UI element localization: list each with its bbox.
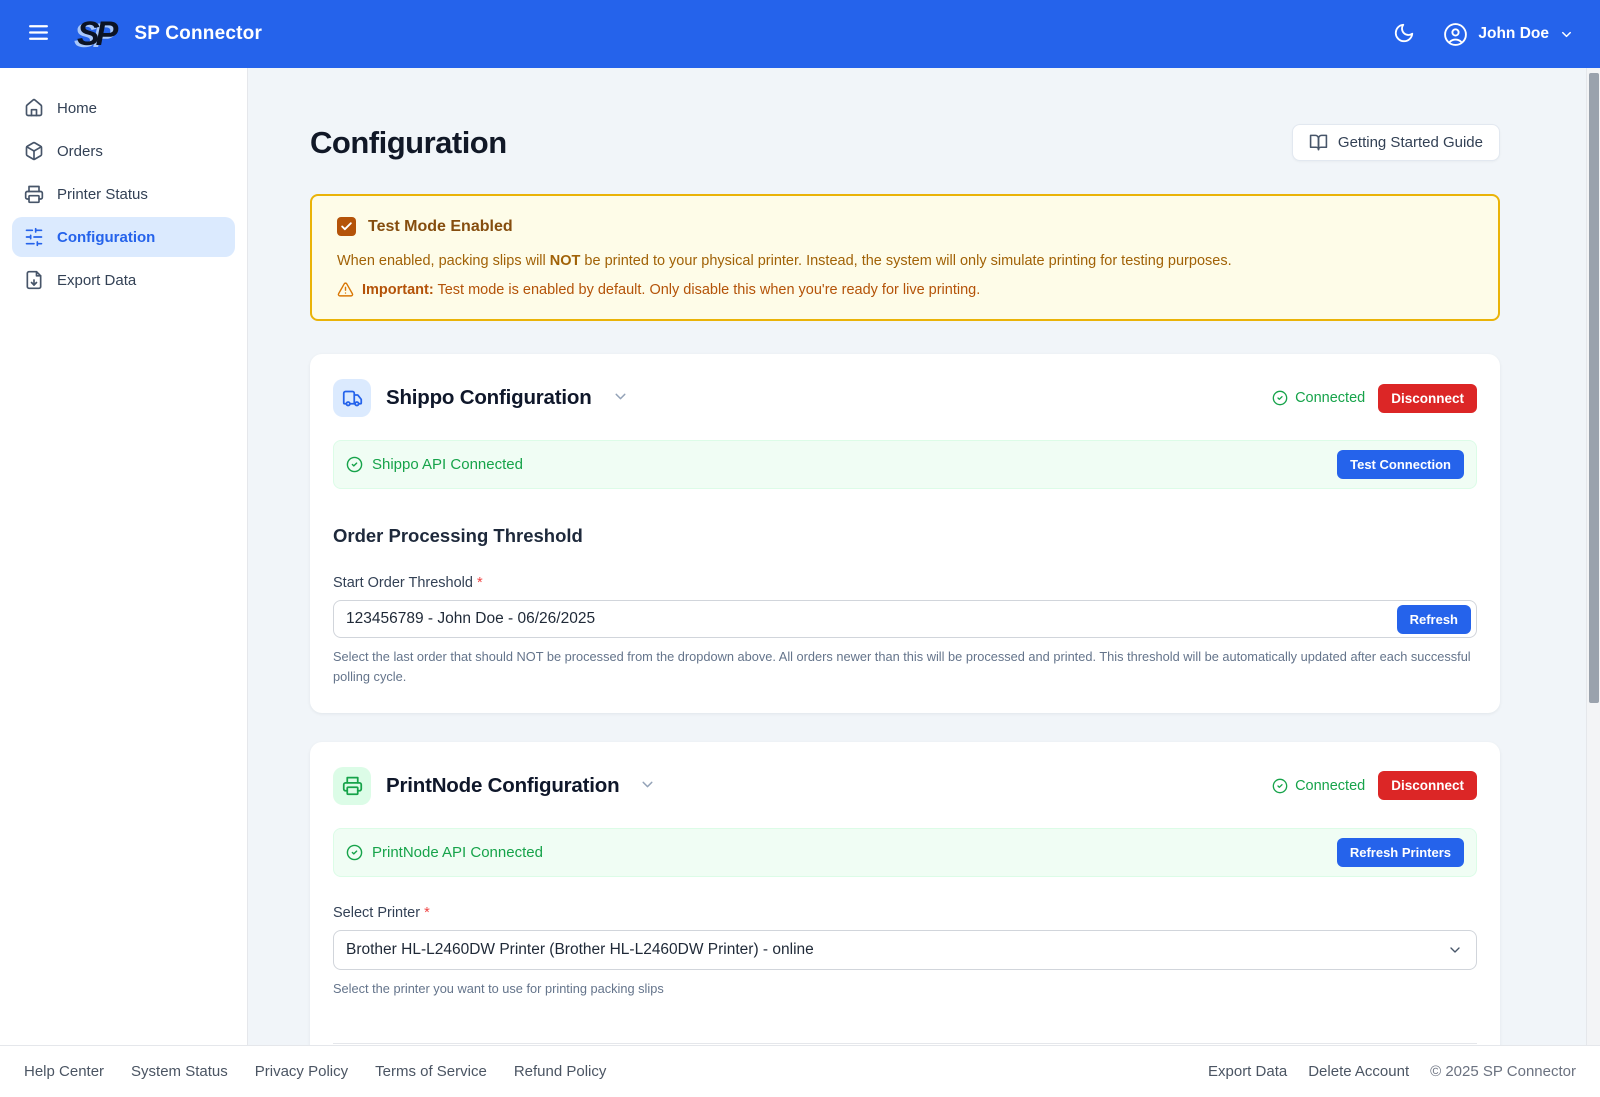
home-icon (24, 98, 44, 118)
app-footer: Help Center System Status Privacy Policy… (0, 1045, 1600, 1097)
hamburger-icon (26, 20, 51, 45)
sidebar-item-label: Orders (57, 143, 103, 160)
printnode-disconnect-button[interactable]: Disconnect (1378, 771, 1477, 800)
sidebar-item-printer-status[interactable]: Printer Status (12, 174, 235, 214)
select-printer-label: Select Printer * (333, 905, 1477, 921)
shippo-collapse-chevron-icon[interactable] (612, 388, 629, 408)
package-icon (24, 141, 44, 161)
start-order-threshold-helper: Select the last order that should NOT be… (333, 647, 1477, 688)
printnode-api-banner: PrintNode API Connected Refresh Printers (333, 828, 1477, 877)
test-connection-button[interactable]: Test Connection (1337, 450, 1464, 479)
printnode-configuration-card: PrintNode Configuration Connected Discon… (310, 742, 1500, 1045)
shippo-card-title: Shippo Configuration (386, 386, 592, 410)
sidebar-item-label: Home (57, 100, 97, 117)
footer-link-refund-policy[interactable]: Refund Policy (514, 1063, 607, 1080)
user-avatar-icon (1443, 22, 1468, 47)
start-order-threshold-value: 123456789 - John Doe - 06/26/2025 (346, 610, 595, 628)
printer-select[interactable]: Brother HL-L2460DW Printer (Brother HL-L… (333, 930, 1477, 970)
check-circle-icon (1272, 390, 1288, 406)
sidebar: Home Orders Printer Status Configuration… (0, 68, 248, 1045)
order-processing-threshold-title: Order Processing Threshold (333, 525, 1477, 547)
sidebar-item-label: Export Data (57, 272, 136, 289)
user-menu[interactable]: John Doe (1443, 22, 1574, 47)
copyright-text: © 2025 SP Connector (1430, 1063, 1576, 1080)
shippo-configuration-card: Shippo Configuration Connected Disconnec… (310, 354, 1500, 713)
test-mode-important-note: Important: Test mode is enabled by defau… (337, 281, 1473, 298)
getting-started-guide-button[interactable]: Getting Started Guide (1292, 124, 1500, 161)
warning-triangle-icon (337, 281, 354, 298)
page-title: Configuration (310, 125, 507, 161)
shippo-api-status-text: Shippo API Connected (372, 456, 523, 473)
printnode-collapse-chevron-icon[interactable] (639, 776, 656, 796)
printnode-printer-icon (333, 767, 371, 805)
chevron-down-icon (1559, 27, 1574, 42)
printnode-card-title: PrintNode Configuration (386, 774, 619, 798)
refresh-printers-button[interactable]: Refresh Printers (1337, 838, 1464, 867)
printnode-api-status-text: PrintNode API Connected (372, 844, 543, 861)
start-order-threshold-label: Start Order Threshold * (333, 575, 1477, 591)
footer-link-export-data[interactable]: Export Data (1208, 1063, 1287, 1080)
main-content: Configuration Getting Started Guide (248, 68, 1600, 1045)
test-mode-description: When enabled, packing slips will NOT be … (337, 251, 1473, 272)
check-icon (340, 220, 353, 233)
test-mode-panel: Test Mode Enabled When enabled, packing … (310, 194, 1500, 321)
guide-button-label: Getting Started Guide (1338, 134, 1483, 151)
file-export-icon (24, 270, 44, 290)
sliders-icon (24, 227, 44, 247)
sidebar-item-home[interactable]: Home (12, 88, 235, 128)
logo-sp-mark: SP (77, 15, 120, 54)
footer-link-help-center[interactable]: Help Center (24, 1063, 104, 1080)
menu-icon[interactable] (26, 20, 51, 48)
chevron-down-icon (1447, 942, 1471, 958)
shippo-disconnect-button[interactable]: Disconnect (1378, 384, 1477, 413)
app-title: SP Connector (134, 23, 262, 45)
user-name: John Doe (1478, 25, 1549, 43)
footer-link-terms-of-service[interactable]: Terms of Service (375, 1063, 487, 1080)
test-mode-checkbox[interactable] (337, 217, 356, 236)
sidebar-item-label: Printer Status (57, 186, 148, 203)
start-order-threshold-select[interactable]: 123456789 - John Doe - 06/26/2025 Refres… (333, 600, 1477, 638)
check-circle-icon (1272, 778, 1288, 794)
sidebar-item-configuration[interactable]: Configuration (12, 217, 235, 257)
shippo-truck-icon (333, 379, 371, 417)
refresh-button[interactable]: Refresh (1397, 605, 1471, 634)
book-open-icon (1309, 133, 1328, 152)
printer-select-helper: Select the printer you want to use for p… (333, 979, 1477, 999)
app-header: SP SP Connector John Doe (0, 0, 1600, 68)
footer-link-delete-account[interactable]: Delete Account (1308, 1063, 1409, 1080)
check-circle-icon (346, 456, 363, 473)
printer-icon (24, 184, 44, 204)
sidebar-item-export-data[interactable]: Export Data (12, 260, 235, 300)
sidebar-item-orders[interactable]: Orders (12, 131, 235, 171)
footer-link-system-status[interactable]: System Status (131, 1063, 228, 1080)
scrollbar-thumb[interactable] (1589, 73, 1599, 703)
moon-icon (1393, 22, 1415, 44)
shippo-api-banner: Shippo API Connected Test Connection (333, 440, 1477, 489)
dark-mode-toggle[interactable] (1393, 22, 1415, 47)
app-logo[interactable]: SP SP Connector (77, 15, 262, 54)
shippo-status-badge: Connected (1272, 390, 1365, 406)
sidebar-item-label: Configuration (57, 229, 155, 246)
check-circle-icon (346, 844, 363, 861)
printer-select-value: Brother HL-L2460DW Printer (Brother HL-L… (346, 941, 814, 959)
vertical-scrollbar[interactable] (1586, 68, 1600, 1045)
footer-link-privacy-policy[interactable]: Privacy Policy (255, 1063, 348, 1080)
printnode-status-badge: Connected (1272, 778, 1365, 794)
test-mode-title: Test Mode Enabled (368, 218, 513, 236)
